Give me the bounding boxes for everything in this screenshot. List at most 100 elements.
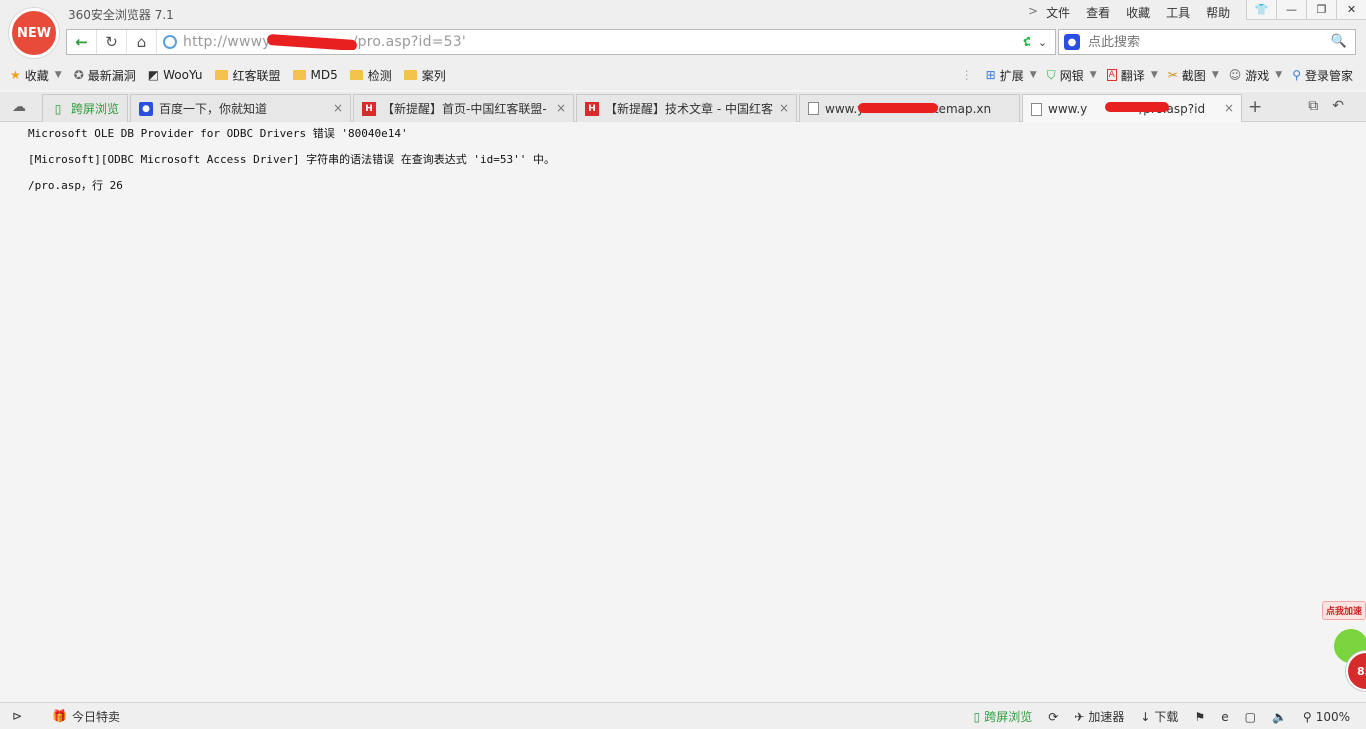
hongke-icon: H bbox=[362, 101, 376, 116]
games-button[interactable]: ☺ 游戏 ▼ bbox=[1224, 67, 1287, 84]
star-plus-icon: ★ bbox=[10, 68, 21, 82]
accelerate-badge[interactable]: 点我加速 bbox=[1322, 601, 1366, 620]
cross-screen-button[interactable]: ▯ 跨屏浏览 bbox=[966, 708, 1041, 725]
url-dropdown-button[interactable]: ⌄ bbox=[1030, 29, 1056, 55]
tab-active-pro-asp[interactable]: www.y/pro.asp?id × bbox=[1022, 94, 1242, 123]
page-content: Microsoft OLE DB Provider for ODBC Drive… bbox=[0, 122, 1366, 702]
redaction-mark bbox=[858, 103, 938, 113]
chevron-down-icon: ▼ bbox=[54, 70, 62, 80]
extensions-icon: ⊞ bbox=[985, 68, 996, 82]
status-left: ⊳ 🎁 今日特卖 bbox=[0, 708, 128, 725]
ie-mode-button[interactable]: e bbox=[1213, 710, 1236, 724]
login-manager-button[interactable]: ⚲ 登录管家 bbox=[1287, 67, 1358, 84]
translate-button[interactable]: A 翻译 ▼ bbox=[1102, 67, 1163, 84]
search-icon[interactable]: 🔍 bbox=[1331, 34, 1347, 49]
daily-deals-button[interactable]: 🎁 今日特卖 bbox=[44, 708, 128, 725]
window-button[interactable]: ▢ bbox=[1237, 710, 1264, 724]
home-button[interactable]: ⌂ bbox=[127, 30, 157, 54]
toolbar-label: 扩展 bbox=[999, 68, 1024, 83]
close-icon[interactable]: × bbox=[333, 101, 343, 115]
favorites-menu[interactable]: ★ 收藏 ▼ bbox=[4, 67, 68, 84]
minimize-button[interactable]: — bbox=[1276, 0, 1306, 20]
menu-bar: > 文件 查看 收藏 工具 帮助 bbox=[1020, 4, 1238, 21]
close-icon[interactable]: × bbox=[556, 101, 566, 115]
tab-bar: ☁ ▯ 跨屏浏览 ● 百度一下，你就知道 × H 【新提醒】首页-中国红客联盟-… bbox=[0, 92, 1366, 123]
menu-view[interactable]: 查看 bbox=[1078, 4, 1118, 21]
volume-button[interactable]: 🔈 bbox=[1264, 710, 1295, 724]
restore-windows-icon[interactable]: ⧉ bbox=[1308, 98, 1318, 114]
tab-baidu[interactable]: ● 百度一下，你就知道 × bbox=[130, 94, 351, 122]
translate-icon: A bbox=[1106, 69, 1117, 81]
menu-favorites[interactable]: 收藏 bbox=[1118, 4, 1158, 21]
chevron-down-icon: ▼ bbox=[1211, 70, 1219, 80]
download-button[interactable]: ↓ 下载 bbox=[1132, 708, 1186, 725]
chevron-down-icon: ▼ bbox=[1150, 70, 1158, 80]
browser-logo[interactable]: NEW bbox=[9, 8, 59, 58]
address-bar: ← ↻ ⌂ http://wwwy/pro.asp?id=53' ✿ ⚡ bbox=[66, 29, 1056, 55]
skin-icon[interactable]: 👕 bbox=[1246, 0, 1276, 20]
close-icon[interactable]: × bbox=[1224, 101, 1234, 115]
bookmark-folder-md5[interactable]: MD5 bbox=[287, 68, 344, 82]
tab-hongke-articles[interactable]: H 【新提醒】技术文章 - 中国红客 × bbox=[576, 94, 797, 122]
extensions-button[interactable]: ⊞ 扩展 ▼ bbox=[981, 67, 1042, 84]
flag-icon: ⚑ bbox=[1194, 709, 1206, 724]
title-bar: 360安全浏览器 7.1 > 文件 查看 收藏 工具 帮助 👕 — ❐ ✕ bbox=[0, 0, 1366, 28]
tab-title: 【新提醒】技术文章 - 中国红客 bbox=[605, 102, 773, 116]
refresh-button[interactable]: ↻ bbox=[97, 30, 127, 54]
ie-icon: e bbox=[1221, 709, 1229, 724]
bookmark-folder-cases[interactable]: 案列 bbox=[398, 67, 452, 84]
screenshot-button[interactable]: ✂ 截图 ▼ bbox=[1163, 67, 1224, 84]
toolbar-label: 截图 bbox=[1181, 68, 1206, 83]
folder-icon bbox=[349, 70, 363, 80]
toolbar-label: 翻译 bbox=[1120, 68, 1145, 83]
menu-chevron-icon[interactable]: > bbox=[1020, 4, 1038, 21]
tab-sitemap[interactable]: www.y sitemap.xn bbox=[799, 94, 1020, 122]
accelerator-widget[interactable]: 点我加速 85 bbox=[1318, 595, 1366, 695]
cloud-icon[interactable]: ☁ bbox=[12, 99, 26, 115]
bookmark-folder-hongke[interactable]: 红客联盟 bbox=[209, 67, 287, 84]
status-right: ▯ 跨屏浏览 ⟳ ✈ 加速器 ↓ 下载 ⚑ e ▢ 🔈 ⚲ 100% bbox=[966, 703, 1358, 729]
redaction-mark bbox=[1105, 102, 1169, 112]
window-icon: ▢ bbox=[1244, 709, 1256, 724]
back-button[interactable]: ← bbox=[67, 30, 97, 54]
bookmark-label: MD5 bbox=[310, 68, 338, 82]
download-icon: ↓ bbox=[1140, 709, 1151, 724]
app-title: 360安全浏览器 7.1 bbox=[68, 8, 174, 22]
menu-tools[interactable]: 工具 bbox=[1158, 4, 1198, 21]
ebank-button[interactable]: ⛉ 网银 ▼ bbox=[1042, 67, 1102, 84]
tab-hongke-home[interactable]: H 【新提醒】首页-中国红客联盟- × bbox=[353, 94, 574, 122]
tab-title: 跨屏浏览 bbox=[71, 102, 120, 116]
url-input[interactable]: http://wwwy/pro.asp?id=53' bbox=[183, 34, 1023, 50]
undo-close-icon[interactable]: ↶ bbox=[1332, 98, 1344, 114]
search-input[interactable] bbox=[1088, 34, 1318, 50]
window-controls: 👕 — ❐ ✕ bbox=[1246, 0, 1366, 20]
screenshot-icon: ✂ bbox=[1167, 68, 1178, 82]
speed-button[interactable]: ⟳ bbox=[1040, 710, 1066, 724]
speed-icon: ⟳ bbox=[1048, 709, 1059, 724]
baidu-paw-icon[interactable]: ● bbox=[1064, 34, 1080, 50]
url-suffix: /pro.asp?id=53' bbox=[352, 34, 466, 50]
error-line-2: [Microsoft][ODBC Microsoft Access Driver… bbox=[28, 153, 555, 166]
menu-file[interactable]: 文件 bbox=[1038, 4, 1078, 21]
zoom-icon: ⚲ bbox=[1302, 709, 1312, 724]
error-line-3: /pro.asp，行 26 bbox=[28, 179, 123, 192]
search-box: ● 🔍 bbox=[1058, 29, 1356, 55]
tab-tools: ⧉ ↶ bbox=[1308, 98, 1344, 114]
sidebar-toggle-button[interactable]: ⊳ bbox=[0, 709, 30, 723]
bookmark-wooyu[interactable]: ◩ WooYu bbox=[142, 68, 209, 82]
menu-help[interactable]: 帮助 bbox=[1198, 4, 1238, 21]
restore-button[interactable]: ❐ bbox=[1306, 0, 1336, 20]
folder-icon bbox=[292, 70, 306, 80]
favorites-menu-label: 收藏 bbox=[24, 68, 49, 83]
flag-button[interactable]: ⚑ bbox=[1186, 710, 1213, 724]
zoom-button[interactable]: ⚲ 100% bbox=[1295, 710, 1358, 724]
accelerator-button[interactable]: ✈ 加速器 bbox=[1066, 708, 1132, 725]
phone-icon: ▯ bbox=[54, 101, 62, 116]
new-tab-button[interactable]: + bbox=[1248, 97, 1262, 117]
close-button[interactable]: ✕ bbox=[1336, 0, 1366, 20]
gamepad-icon: ☺ bbox=[1228, 68, 1242, 82]
bookmark-folder-detect[interactable]: 检测 bbox=[344, 67, 398, 84]
close-icon[interactable]: × bbox=[779, 101, 789, 115]
bookmark-latest-vulns[interactable]: ✪ 最新漏洞 bbox=[68, 67, 142, 84]
tab-cross-screen[interactable]: ▯ 跨屏浏览 bbox=[42, 94, 128, 122]
